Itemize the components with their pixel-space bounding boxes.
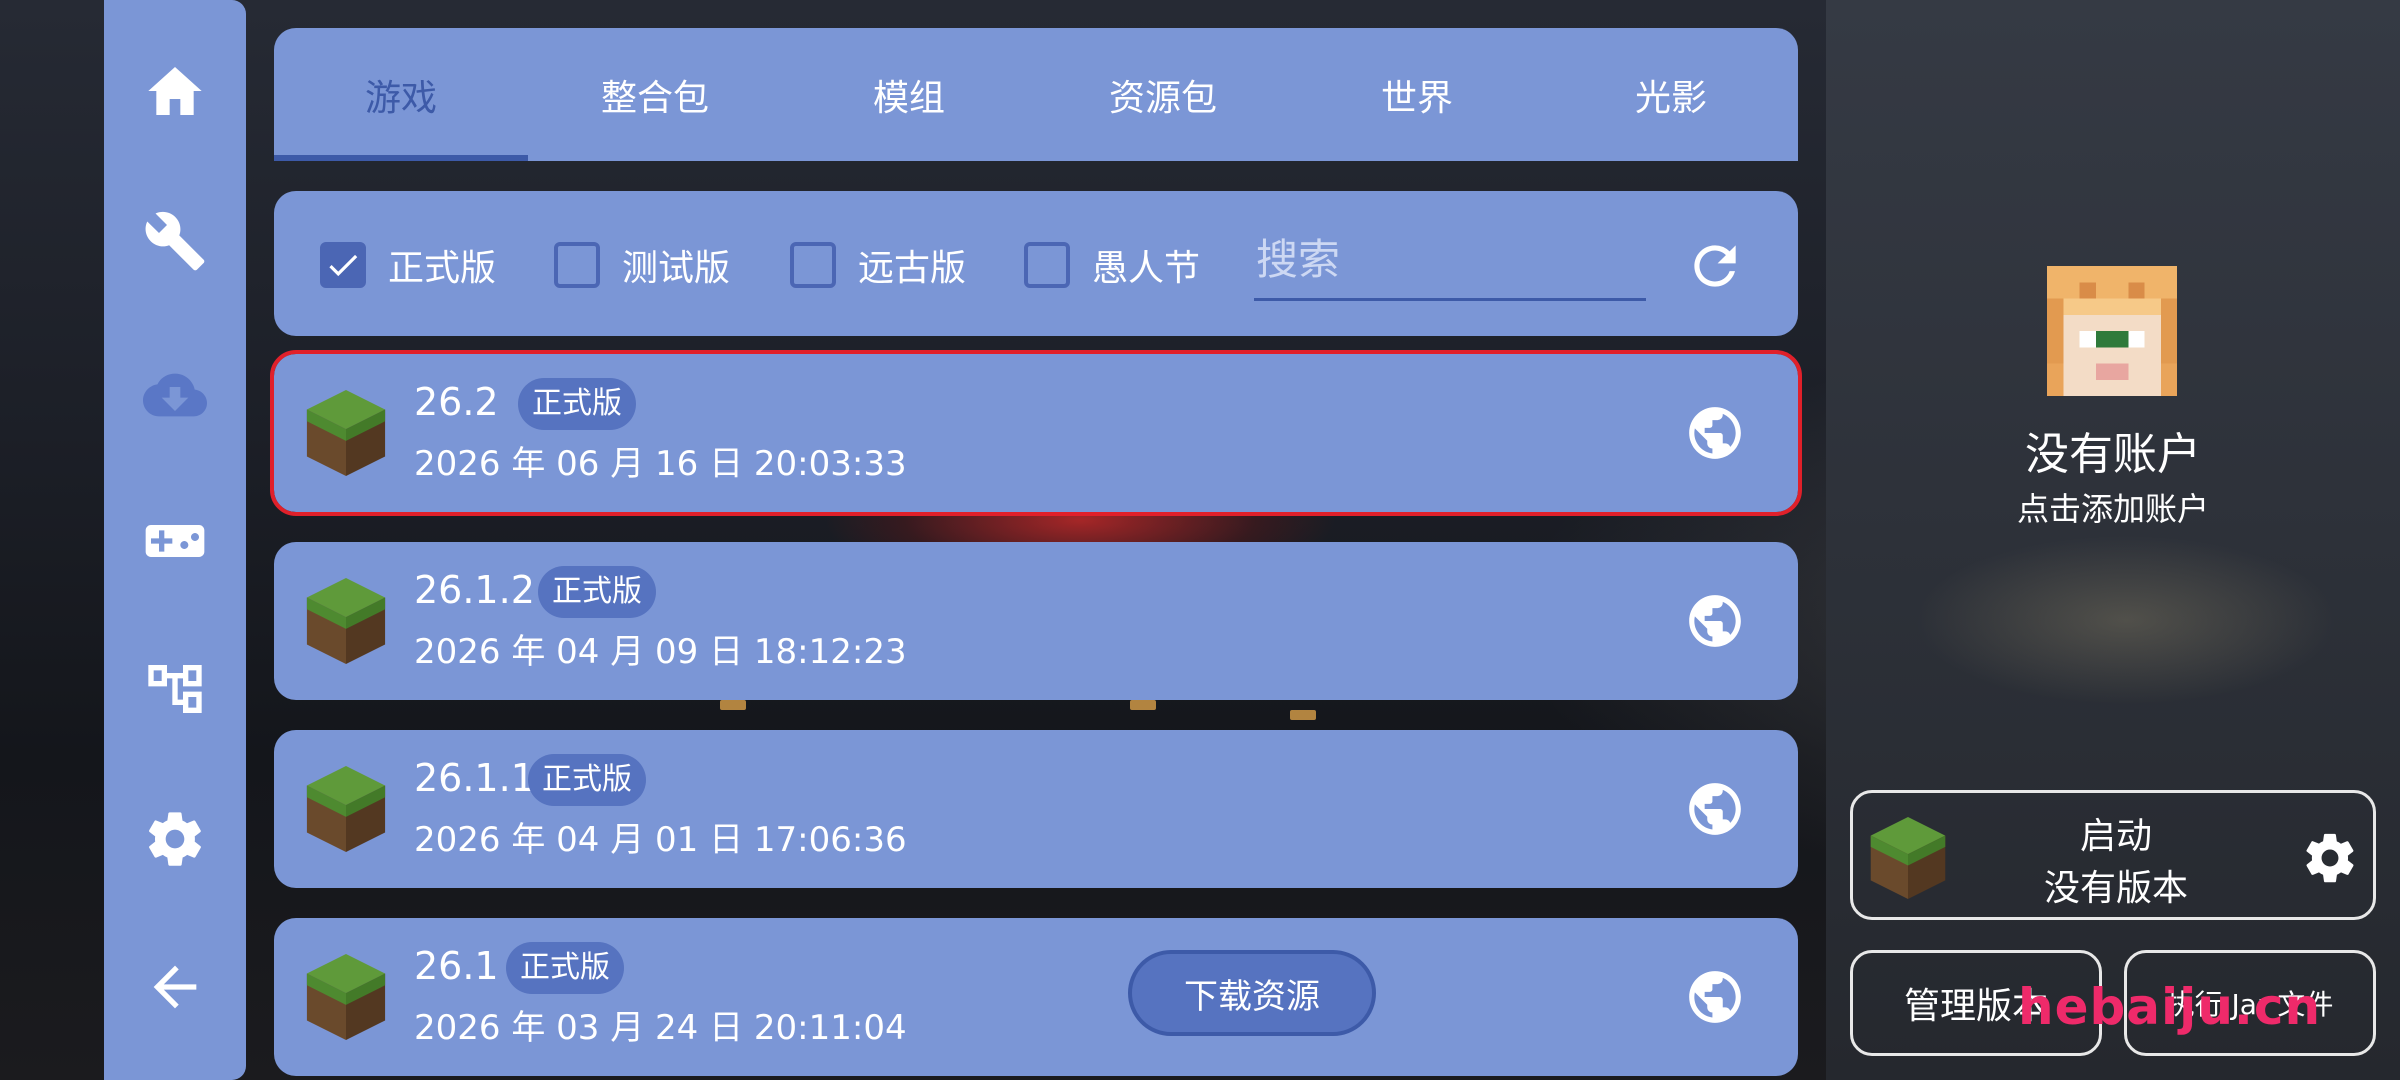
filter-snapshot[interactable]: 测试版	[554, 241, 730, 289]
version-card[interactable]: 26.2 正式版 2026 年 06 月 16 日 20:03:33	[270, 350, 1802, 516]
gear-icon[interactable]	[2301, 829, 2359, 887]
checkbox-checked[interactable]	[320, 242, 366, 288]
sidebar-item-tree[interactable]	[104, 634, 246, 744]
checkbox-unchecked[interactable]	[790, 242, 836, 288]
checkbox-unchecked[interactable]	[1024, 242, 1070, 288]
background-light	[1290, 710, 1316, 720]
home-icon	[148, 67, 202, 115]
filter-label: 测试版	[622, 248, 731, 289]
release-badge: 正式版	[518, 378, 636, 430]
version-number: 26.1.1	[414, 756, 535, 800]
filter-april-fools[interactable]: 愚人节	[1024, 241, 1200, 289]
download-resources-button[interactable]: 下载资源	[1128, 950, 1376, 1036]
back-arrow-icon	[153, 965, 197, 1009]
avatar[interactable]	[2047, 266, 2177, 396]
grass-block-icon	[306, 390, 386, 476]
grass-block-icon	[306, 578, 386, 664]
account-title[interactable]: 没有账户	[1826, 418, 2400, 482]
version-card[interactable]: 26.1.2 正式版 2026 年 04 月 09 日 18:12:23	[274, 542, 1798, 700]
version-card[interactable]: 26.1 正式版 2026 年 03 月 24 日 20:11:04	[274, 918, 1798, 1076]
tab-games[interactable]: 游戏	[274, 28, 528, 161]
sidebar-item-tools[interactable]	[104, 186, 246, 296]
gamepad-icon	[145, 525, 205, 557]
tab-resource-packs[interactable]: 资源包	[1036, 28, 1290, 161]
filter-release[interactable]: 正式版	[320, 241, 496, 289]
version-number: 26.1.2	[414, 568, 535, 612]
grass-block-icon	[306, 954, 386, 1040]
account-subtitle[interactable]: 点击添加账户	[1826, 484, 2400, 530]
search-input[interactable]	[1254, 221, 1646, 301]
version-number: 26.1	[414, 944, 499, 988]
tab-bar: 游戏 整合包 模组 资源包 世界 光影	[274, 28, 1798, 161]
globe-icon[interactable]	[1684, 590, 1746, 652]
release-date: 2026 年 06 月 16 日 20:03:33	[414, 444, 907, 484]
grass-block-icon	[306, 766, 386, 852]
tab-worlds[interactable]: 世界	[1290, 28, 1544, 161]
filter-old[interactable]: 远古版	[790, 241, 966, 289]
watermark: hebaiju.cn	[2018, 978, 2322, 1036]
release-date: 2026 年 04 月 01 日 17:06:36	[414, 820, 907, 860]
filter-label: 愚人节	[1092, 248, 1201, 289]
check-icon	[329, 254, 358, 277]
release-badge: 正式版	[506, 942, 624, 994]
sidebar	[104, 0, 246, 1080]
release-date: 2026 年 03 月 24 日 20:11:04	[414, 1008, 907, 1048]
active-tab-indicator	[274, 155, 528, 161]
sidebar-item-settings[interactable]	[104, 784, 246, 894]
launch-button[interactable]: 启动 没有版本	[1850, 790, 2376, 920]
version-card[interactable]: 26.1.1 正式版 2026 年 04 月 01 日 17:06:36	[274, 730, 1798, 888]
background-light	[1130, 700, 1156, 710]
tree-structure-icon	[148, 665, 202, 713]
checkbox-unchecked[interactable]	[554, 242, 600, 288]
filter-label: 远古版	[858, 248, 967, 289]
wrench-icon	[145, 211, 205, 271]
release-date: 2026 年 04 月 09 日 18:12:23	[414, 632, 907, 672]
filter-label: 正式版	[388, 248, 497, 289]
tab-shaders[interactable]: 光影	[1544, 28, 1798, 161]
cloud-download-icon	[143, 373, 207, 417]
filter-bar: 正式版 测试版 远古版 愚人节	[274, 191, 1798, 336]
tab-modpacks[interactable]: 整合包	[528, 28, 782, 161]
sidebar-item-download[interactable]	[104, 340, 246, 450]
globe-icon[interactable]	[1684, 402, 1746, 464]
sidebar-item-back[interactable]	[104, 932, 246, 1042]
version-number: 26.2	[414, 380, 499, 424]
tab-mods[interactable]: 模组	[782, 28, 1036, 161]
refresh-icon[interactable]	[1684, 235, 1746, 297]
release-badge: 正式版	[538, 566, 656, 618]
gear-icon	[149, 812, 201, 866]
sidebar-item-home[interactable]	[104, 36, 246, 146]
globe-icon[interactable]	[1684, 966, 1746, 1028]
sidebar-item-controls[interactable]	[104, 486, 246, 596]
release-badge: 正式版	[528, 754, 646, 806]
globe-icon[interactable]	[1684, 778, 1746, 840]
background-light	[720, 700, 746, 710]
